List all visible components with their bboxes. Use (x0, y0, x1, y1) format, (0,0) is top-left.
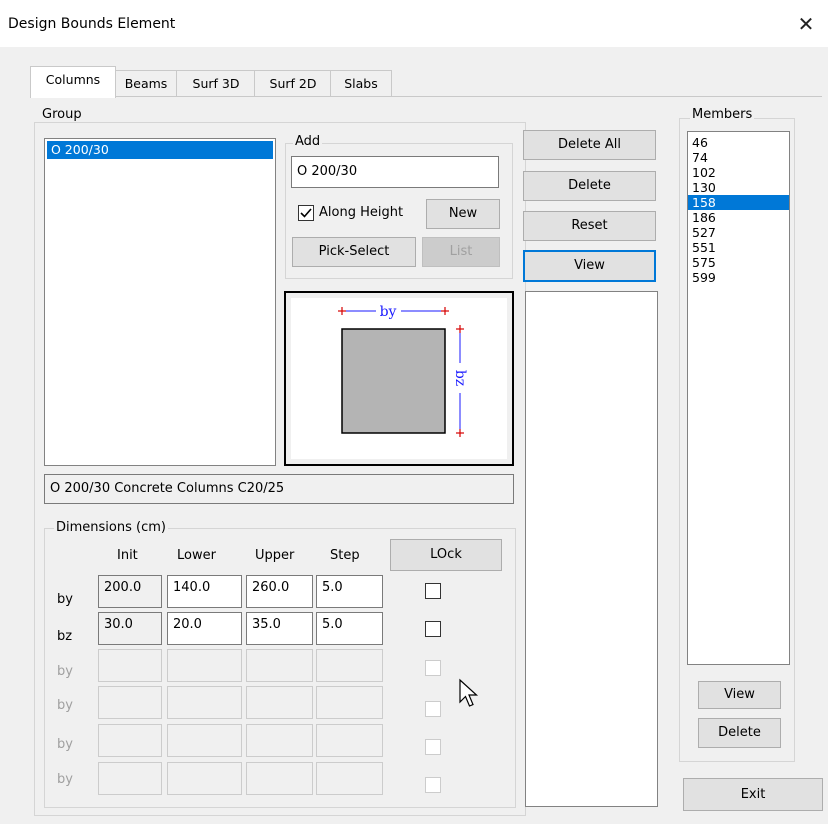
lower-input[interactable]: 20.0 (167, 612, 242, 645)
init-field-disabled (98, 649, 162, 682)
column-section-shape (341, 328, 446, 434)
upper-input-disabled (246, 762, 313, 795)
delete-button[interactable]: Delete (523, 171, 656, 201)
members-list[interactable]: 46 74 102 130 158 186 527 551 575 599 (687, 131, 790, 665)
lock-checkbox[interactable] (425, 621, 441, 637)
add-label: Add (293, 134, 323, 149)
lower-input-disabled (167, 762, 242, 795)
tab-strip-border (30, 96, 822, 97)
members-list-item[interactable]: 130 (688, 180, 789, 195)
step-input-disabled (316, 724, 383, 757)
lock-checkbox-disabled (425, 660, 441, 676)
init-field-disabled (98, 724, 162, 757)
along-height-label: Along Height (319, 205, 404, 220)
step-input[interactable]: 5.0 (316, 612, 383, 645)
group-description-field: O 200/30 Concrete Columns C20/25 (44, 474, 514, 504)
header-step: Step (330, 548, 360, 563)
mouse-cursor-icon (459, 678, 479, 707)
members-list-item[interactable]: 599 (688, 270, 789, 285)
step-input-disabled (316, 686, 383, 719)
row-label-bz: bz (57, 629, 73, 644)
members-view-button[interactable]: View (698, 681, 781, 709)
window-title: Design Bounds Element (8, 16, 176, 32)
upper-input-disabled (246, 686, 313, 719)
group-name-input[interactable]: O 200/30 (291, 156, 499, 188)
init-field-disabled (98, 686, 162, 719)
section-diagram: by bz (338, 304, 468, 437)
members-list-item-selected[interactable]: 158 (688, 195, 789, 210)
by-dimension-label: by (380, 304, 397, 320)
header-lower: Lower (177, 548, 216, 563)
check-mark-icon (300, 208, 312, 218)
init-field: 200.0 (98, 575, 162, 608)
upper-input-disabled (246, 649, 313, 682)
members-list-item[interactable]: 186 (688, 210, 789, 225)
along-height-checkbox[interactable] (298, 205, 314, 221)
members-delete-button[interactable]: Delete (698, 718, 781, 748)
close-icon[interactable]: ✕ (792, 10, 820, 38)
members-list-item[interactable]: 46 (688, 135, 789, 150)
lock-checkbox[interactable] (425, 583, 441, 599)
init-field: 30.0 (98, 612, 162, 645)
lock-checkbox-disabled (425, 701, 441, 717)
dialog-window: Design Bounds Element ✕ Columns Beams Su… (0, 0, 828, 824)
header-upper: Upper (255, 548, 295, 563)
lower-input[interactable]: 140.0 (167, 575, 242, 608)
title-bar: Design Bounds Element ✕ (0, 0, 828, 47)
tab-columns[interactable]: Columns (30, 66, 116, 98)
upper-input-disabled (246, 724, 313, 757)
members-list-item[interactable]: 102 (688, 165, 789, 180)
group-label: Group (40, 107, 84, 122)
members-list-item[interactable]: 575 (688, 255, 789, 270)
row-label-disabled: by (57, 698, 73, 713)
upper-input[interactable]: 260.0 (246, 575, 313, 608)
lower-input-disabled (167, 686, 242, 719)
pick-select-button[interactable]: Pick-Select (292, 237, 416, 267)
lock-checkbox-disabled (425, 777, 441, 793)
row-label-disabled: by (57, 664, 73, 679)
members-label: Members (690, 107, 755, 122)
upper-input[interactable]: 35.0 (246, 612, 313, 645)
dimensions-label: Dimensions (cm) (54, 520, 168, 535)
lower-input-disabled (167, 649, 242, 682)
row-label-by: by (57, 592, 73, 607)
lower-input-disabled (167, 724, 242, 757)
view-button[interactable]: View (523, 250, 656, 282)
lock-checkbox-disabled (425, 739, 441, 755)
bz-dimension-label: bz (452, 370, 468, 386)
members-list-item[interactable]: 551 (688, 240, 789, 255)
members-list-item[interactable]: 527 (688, 225, 789, 240)
new-button[interactable]: New (426, 199, 500, 229)
group-list-item-selected[interactable]: O 200/30 (47, 141, 273, 159)
members-list-item[interactable]: 74 (688, 150, 789, 165)
tab-slabs[interactable]: Slabs (330, 70, 392, 97)
tab-beams[interactable]: Beams (114, 70, 178, 97)
element-list[interactable] (525, 291, 658, 807)
exit-button[interactable]: Exit (683, 778, 823, 811)
tab-surf-3d[interactable]: Surf 3D (176, 70, 256, 97)
row-label-disabled: by (57, 772, 73, 787)
step-input[interactable]: 5.0 (316, 575, 383, 608)
row-label-disabled: by (57, 737, 73, 752)
delete-all-button[interactable]: Delete All (523, 130, 656, 160)
tab-surf-2d[interactable]: Surf 2D (254, 70, 332, 97)
lock-button[interactable]: LOck (390, 539, 502, 571)
step-input-disabled (316, 649, 383, 682)
section-preview-frame: by bz (284, 291, 514, 466)
header-init: Init (117, 548, 138, 563)
step-input-disabled (316, 762, 383, 795)
list-button[interactable]: List (422, 237, 500, 267)
group-list[interactable]: O 200/30 (44, 138, 276, 466)
reset-button[interactable]: Reset (523, 211, 656, 241)
init-field-disabled (98, 762, 162, 795)
